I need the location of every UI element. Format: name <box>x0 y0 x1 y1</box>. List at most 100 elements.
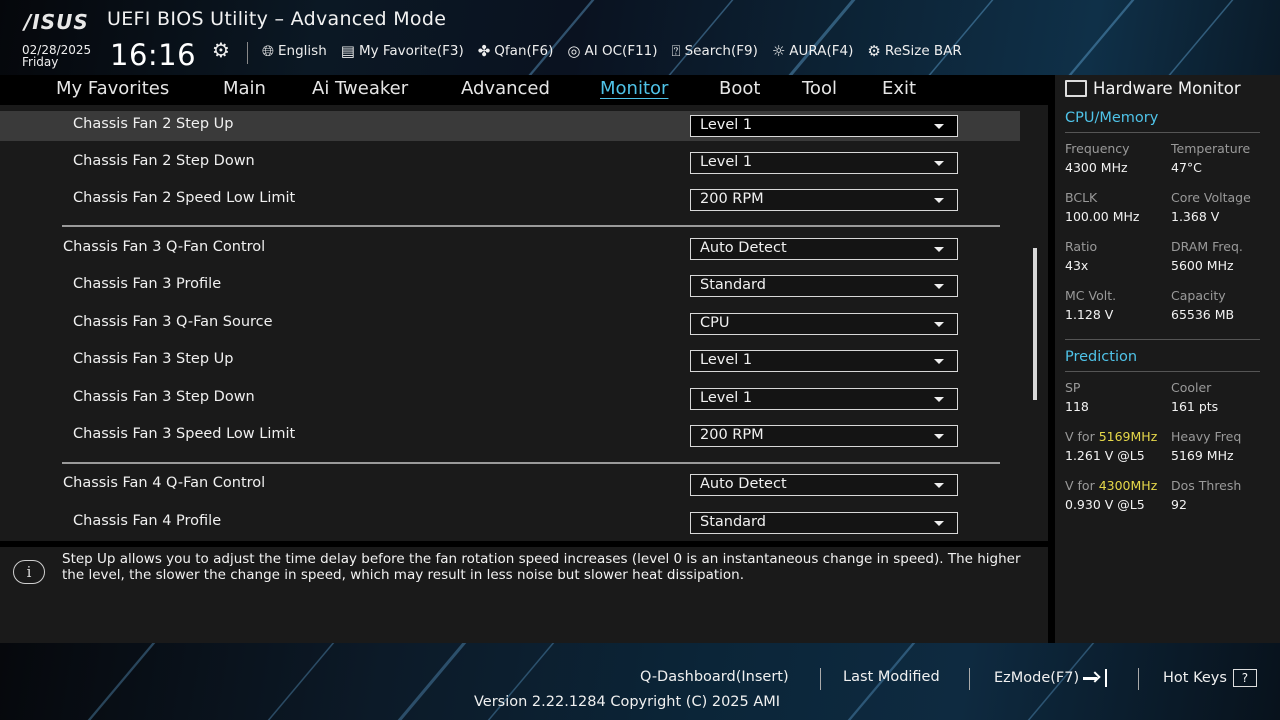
setting-row[interactable]: Chassis Fan 3 Speed Low Limit 200 RPM <box>0 421 1020 451</box>
day-text: Friday <box>22 55 59 69</box>
setting-row[interactable]: Chassis Fan 2 Step Up Level 1 <box>0 111 1020 141</box>
chevron-down-icon <box>934 521 944 526</box>
dropdown-value: Level 1 <box>700 154 753 170</box>
dropdown-value: Standard <box>700 277 766 293</box>
hardware-monitor-panel: Hardware Monitor CPU/Memory Frequency Te… <box>1055 75 1280 643</box>
resize-bar-button[interactable]: ⚙ ReSize BAR <box>867 42 961 60</box>
prediction-heading: Prediction <box>1065 349 1138 365</box>
capacity-value: 65536 MB <box>1171 307 1235 322</box>
section-divider <box>62 225 1000 227</box>
help-text: Step Up allows you to adjust the time de… <box>62 551 1021 583</box>
setting-row[interactable]: Chassis Fan 3 Step Down Level 1 <box>0 384 1020 414</box>
setting-row[interactable]: Chassis Fan 4 Profile Standard <box>0 508 1020 538</box>
setting-row[interactable]: Chassis Fan 2 Step Down Level 1 <box>0 148 1020 178</box>
settings-scrollbar[interactable] <box>1033 248 1037 400</box>
tab-boot[interactable]: Boot <box>719 78 760 99</box>
setting-dropdown[interactable]: Level 1 <box>690 152 958 174</box>
setting-dropdown[interactable]: CPU <box>690 313 958 335</box>
globe-icon: 🌐︎ <box>262 42 275 60</box>
help-icon: ? <box>1232 669 1257 687</box>
gear-icon[interactable]: ⚙ <box>212 38 230 62</box>
app-title: UEFI BIOS Utility – Advanced Mode <box>107 8 447 30</box>
divider <box>969 668 970 690</box>
ai-oc-label: AI OC(F11) <box>584 43 658 59</box>
qfan-button[interactable]: ✤ Qfan(F6) <box>478 42 554 60</box>
dropdown-value: 200 RPM <box>700 191 764 207</box>
hot-keys-button[interactable]: Hot Keys? <box>1163 669 1257 687</box>
sp-value: 118 <box>1065 399 1089 414</box>
ai-oc-icon: ◎ <box>567 42 581 60</box>
tab-monitor[interactable]: Monitor <box>600 78 668 99</box>
tab-ai-tweaker[interactable]: Ai Tweaker <box>312 78 408 99</box>
dos-thresh-value: 92 <box>1171 497 1187 512</box>
chevron-down-icon <box>934 247 944 252</box>
favorite-icon: ▤ <box>340 42 355 60</box>
last-modified-button[interactable]: Last Modified <box>843 669 940 685</box>
setting-row[interactable]: Chassis Fan 2 Speed Low Limit 200 RPM <box>0 185 1020 215</box>
setting-label: Chassis Fan 4 Profile <box>73 513 222 529</box>
temperature-label: Temperature <box>1171 141 1251 156</box>
v-for-frequency: 5169MHz <box>1098 429 1158 444</box>
divider <box>1065 132 1260 133</box>
dropdown-value: Auto Detect <box>700 240 787 256</box>
tab-advanced[interactable]: Advanced <box>461 78 550 99</box>
setting-label: Chassis Fan 3 Step Up <box>73 351 234 367</box>
tab-main[interactable]: Main <box>223 78 266 99</box>
chevron-down-icon <box>934 284 944 289</box>
clock[interactable]: 16:16 <box>110 38 196 72</box>
search-button[interactable]: ⍰ Search(F9) <box>672 42 758 60</box>
header-bar: /ISUS UEFI BIOS Utility – Advanced Mode … <box>0 0 1280 75</box>
tab-exit[interactable]: Exit <box>882 78 916 99</box>
ai-oc-button[interactable]: ◎ AI OC(F11) <box>567 42 657 60</box>
version-text: Version 2.22.1284 Copyright (C) 2025 AMI <box>474 694 781 710</box>
mc-volt-value: 1.128 V <box>1065 307 1114 322</box>
setting-row[interactable]: Chassis Fan 4 Q-Fan Control Auto Detect <box>0 470 1020 500</box>
setting-row[interactable]: Chassis Fan 3 Step Up Level 1 <box>0 346 1020 376</box>
exit-icon <box>1083 669 1108 687</box>
search-icon: ⍰ <box>671 42 681 60</box>
setting-label: Chassis Fan 3 Profile <box>73 276 222 292</box>
aura-button[interactable]: ☼ AURA(F4) <box>772 42 854 60</box>
chevron-down-icon <box>934 397 944 402</box>
aura-icon: ☼ <box>771 42 786 60</box>
setting-label: Chassis Fan 2 Speed Low Limit <box>73 190 296 206</box>
dram-freq-value: 5600 MHz <box>1171 258 1234 273</box>
setting-dropdown[interactable]: Level 1 <box>690 115 958 137</box>
setting-dropdown[interactable]: 200 RPM <box>690 425 958 447</box>
ezmode-button[interactable]: EzMode(F7) <box>994 669 1108 687</box>
setting-dropdown[interactable]: 200 RPM <box>690 189 958 211</box>
setting-dropdown[interactable]: Level 1 <box>690 350 958 372</box>
chevron-down-icon <box>934 434 944 439</box>
setting-dropdown[interactable]: Auto Detect <box>690 474 958 496</box>
dropdown-value: Level 1 <box>700 352 753 368</box>
toolbar: 🌐︎ English ▤ My Favorite(F3) ✤ Qfan(F6) … <box>262 42 962 60</box>
my-favorite-button[interactable]: ▤ My Favorite(F3) <box>341 42 464 60</box>
language-button[interactable]: 🌐︎ English <box>262 42 327 60</box>
setting-dropdown[interactable]: Standard <box>690 512 958 534</box>
setting-label: Chassis Fan 3 Q-Fan Control <box>63 239 266 255</box>
ratio-value: 43x <box>1065 258 1089 273</box>
q-dashboard-button[interactable]: Q-Dashboard(Insert) <box>640 669 789 685</box>
dropdown-value: Level 1 <box>700 117 753 133</box>
setting-dropdown[interactable]: Level 1 <box>690 388 958 410</box>
asus-logo: /ISUS <box>24 10 89 34</box>
v-for-label: V for 5169MHz <box>1065 429 1157 444</box>
frequency-value: 4300 MHz <box>1065 160 1128 175</box>
setting-dropdown[interactable]: Auto Detect <box>690 238 958 260</box>
language-label: English <box>278 43 327 59</box>
dram-freq-label: DRAM Freq. <box>1171 239 1243 254</box>
frequency-label: Frequency <box>1065 141 1130 156</box>
hardware-monitor-label: Hardware Monitor <box>1093 79 1241 98</box>
chevron-down-icon <box>934 198 944 203</box>
setting-row[interactable]: Chassis Fan 3 Q-Fan Control Auto Detect <box>0 234 1020 264</box>
cooler-label: Cooler <box>1171 380 1212 395</box>
setting-row[interactable]: Chassis Fan 3 Profile Standard <box>0 271 1020 301</box>
footer-bar: Q-Dashboard(Insert) Last Modified EzMode… <box>0 643 1280 720</box>
aura-label: AURA(F4) <box>789 43 854 59</box>
setting-dropdown[interactable]: Standard <box>690 275 958 297</box>
mc-volt-label: MC Volt. <box>1065 288 1117 303</box>
dropdown-value: 200 RPM <box>700 427 764 443</box>
setting-row[interactable]: Chassis Fan 3 Q-Fan Source CPU <box>0 309 1020 339</box>
tab-tool[interactable]: Tool <box>802 78 837 99</box>
tab-my-favorites[interactable]: My Favorites <box>56 78 169 99</box>
